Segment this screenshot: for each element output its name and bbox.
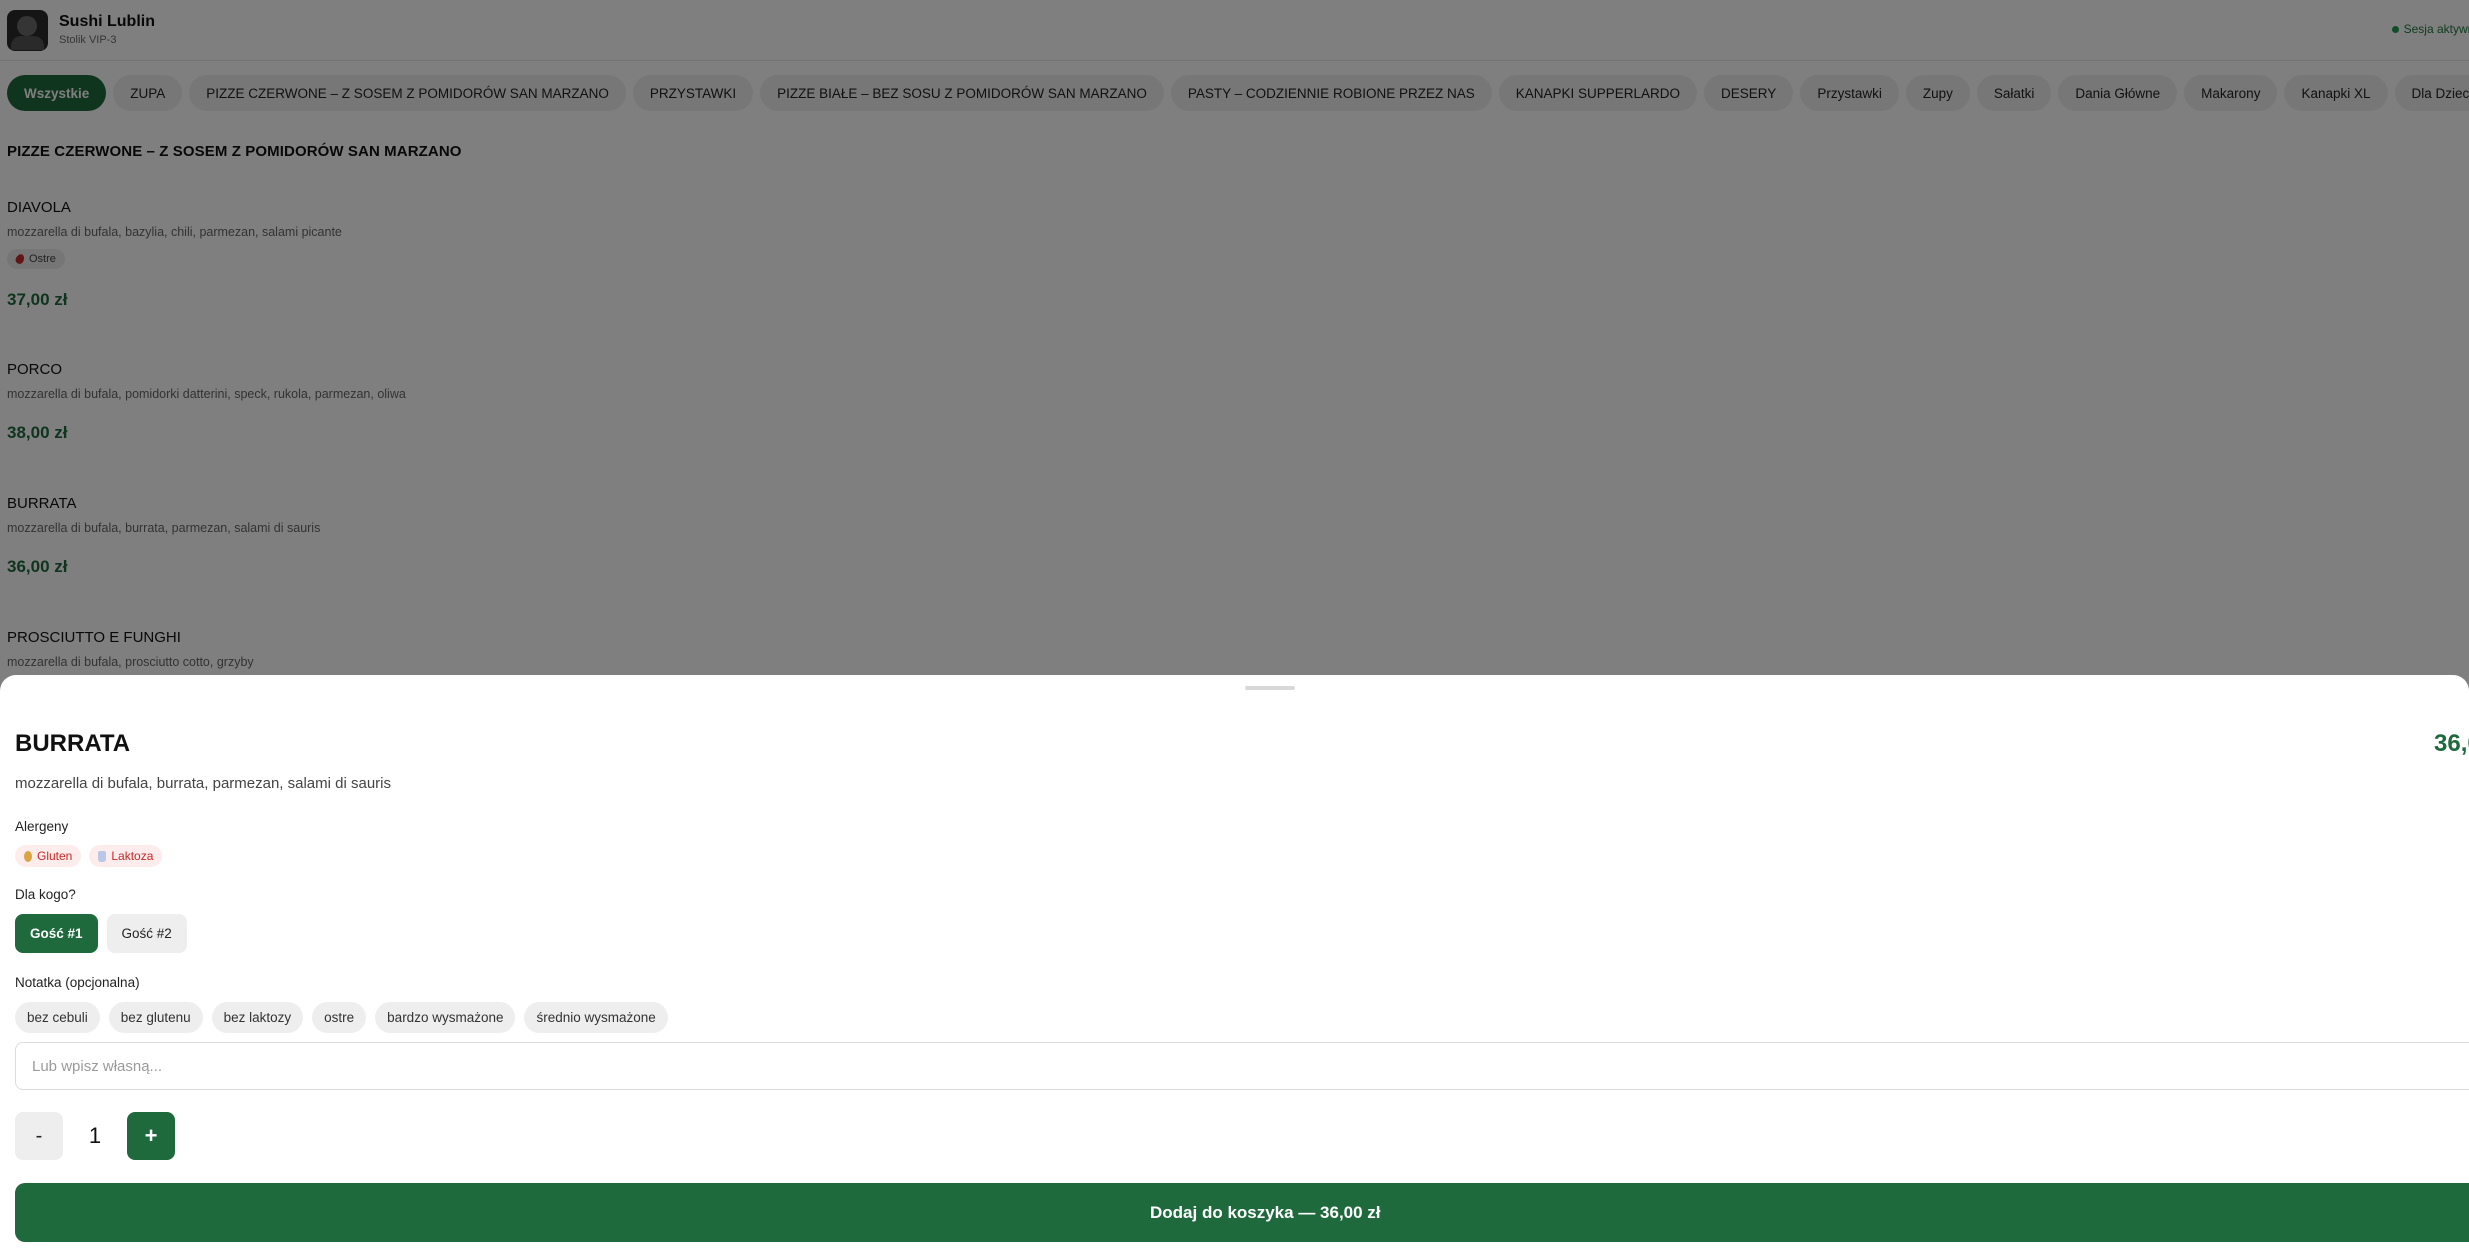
note-chip[interactable]: bardzo wysmażone — [375, 1002, 516, 1033]
allergen-badge: Laktoza — [89, 845, 163, 867]
product-bottom-sheet: BURRATA 36,00 zł mozzarella di bufala, b… — [0, 675, 2469, 1260]
drag-handle[interactable] — [1245, 686, 1295, 690]
custom-note-input[interactable] — [15, 1042, 2469, 1090]
quantity-decrease-button[interactable]: - — [15, 1112, 63, 1160]
add-to-cart-label: Dodaj do koszyka — 36,00 zł — [1150, 1203, 1381, 1222]
for-whom-label: Dla kogo? — [15, 887, 76, 902]
note-chip[interactable]: bez laktozy — [211, 1002, 304, 1033]
quantity-value: 1 — [88, 1123, 102, 1148]
note-chip[interactable]: ostre — [312, 1002, 367, 1033]
guest-button-1[interactable]: Gość #1 — [15, 914, 98, 953]
note-chips: bez cebuli bez glutenu bez laktozy ostre… — [15, 1002, 668, 1033]
add-to-cart-button[interactable]: Dodaj do koszyka — 36,00 zł — [15, 1183, 2469, 1242]
product-price: 36,00 zł — [2434, 730, 2469, 757]
note-chip[interactable]: bez glutenu — [108, 1002, 203, 1033]
product-title: BURRATA — [15, 730, 131, 757]
allergen-list: Gluten Laktoza — [15, 845, 163, 867]
guest-button-2[interactable]: Gość #2 — [106, 914, 187, 953]
note-chip[interactable]: bez cebuli — [15, 1002, 100, 1033]
quantity-increase-button[interactable]: + — [127, 1112, 175, 1160]
note-label: Notatka (opcjonalna) — [15, 975, 140, 990]
product-description: mozzarella di bufala, burrata, parmezan,… — [15, 775, 392, 792]
allergen-label: Laktoza — [111, 849, 154, 863]
allergen-badge: Gluten — [15, 845, 82, 867]
allergen-label: Gluten — [37, 849, 73, 863]
guest-selector: Gość #1 Gość #2 — [15, 914, 187, 953]
milk-icon — [98, 850, 107, 862]
allergens-label: Alergeny — [15, 819, 69, 834]
note-chip[interactable]: średnio wysmażone — [524, 1002, 668, 1033]
wheat-icon — [24, 850, 32, 862]
